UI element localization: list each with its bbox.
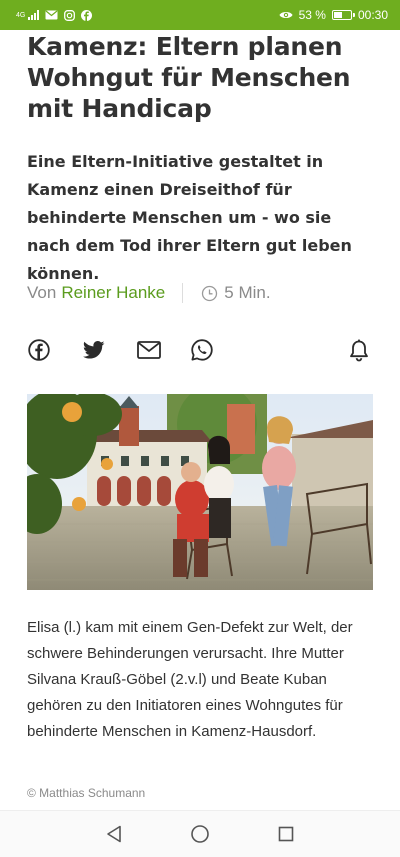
status-time: 00:30 bbox=[357, 8, 388, 22]
facebook-icon bbox=[81, 9, 93, 21]
recent-apps-icon[interactable] bbox=[261, 814, 311, 854]
eye-icon bbox=[279, 12, 293, 18]
status-left: 4G bbox=[16, 9, 93, 21]
twitter-icon[interactable] bbox=[82, 338, 106, 362]
byline-divider bbox=[182, 283, 184, 303]
reading-time: 5 Min. bbox=[224, 283, 271, 302]
image-caption: Elisa (l.) kam mit einem Gen-Defekt zur … bbox=[27, 619, 353, 740]
article-teaser: Eine Eltern-Initiative gestaltet in Kame… bbox=[27, 152, 352, 283]
author-link[interactable]: Reiner Hanke bbox=[61, 283, 165, 303]
article-headline: Kamenz: Eltern planen Wohngut für Mensch… bbox=[27, 32, 351, 123]
network-type: 4G bbox=[16, 11, 26, 19]
whatsapp-icon[interactable] bbox=[190, 338, 214, 362]
bell-icon[interactable] bbox=[347, 338, 371, 362]
facebook-icon[interactable] bbox=[27, 338, 51, 362]
battery-percent: 53 % bbox=[298, 8, 326, 22]
byline-prefix: Von bbox=[27, 283, 57, 302]
photo-credit: © Matthias Schumann bbox=[27, 786, 146, 800]
status-right: 53 % 00:30 bbox=[279, 8, 388, 22]
clock-icon bbox=[201, 285, 218, 302]
signal-icon bbox=[28, 10, 40, 20]
back-icon[interactable] bbox=[89, 814, 139, 854]
byline: Von Reiner Hanke 5 Min. bbox=[27, 281, 271, 305]
mail-icon[interactable] bbox=[137, 338, 161, 362]
article-photo[interactable] bbox=[27, 394, 373, 590]
share-bar bbox=[27, 336, 373, 364]
article-photo-illustration bbox=[27, 394, 373, 590]
battery-icon bbox=[331, 10, 355, 20]
home-icon[interactable] bbox=[175, 814, 225, 854]
instagram-icon bbox=[64, 9, 76, 21]
status-bar: 4G 53 % 00:30 bbox=[0, 0, 400, 30]
system-nav-bar bbox=[0, 810, 400, 857]
mail-icon bbox=[45, 10, 58, 20]
